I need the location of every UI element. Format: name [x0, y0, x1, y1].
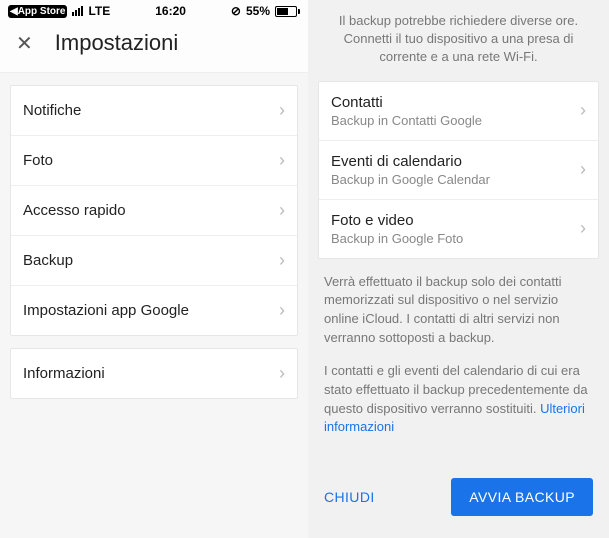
settings-screen: ◀ App Store LTE 16:20 ⊘ 55% ✕ Impostazio…: [0, 0, 308, 538]
backup-item-sub: Backup in Google Calendar: [331, 172, 490, 187]
chevron-right-icon: ›: [580, 218, 586, 239]
backup-item-calendario[interactable]: Eventi di calendario Backup in Google Ca…: [319, 141, 598, 200]
backup-dialog: Il backup potrebbe richiedere diverse or…: [308, 0, 609, 538]
status-right: ⊘ 55%: [231, 4, 300, 18]
backup-item-sub: Backup in Google Foto: [331, 231, 463, 246]
chevron-right-icon: ›: [279, 250, 285, 271]
back-app-label: App Store: [18, 6, 66, 17]
settings-list-1: Notifiche › Foto › Accesso rapido › Back…: [10, 85, 298, 336]
back-to-app[interactable]: ◀ App Store: [8, 5, 67, 18]
close-button[interactable]: CHIUDI: [324, 489, 375, 505]
signal-icon: [72, 6, 83, 16]
backup-item-title: Foto e video: [331, 212, 463, 229]
backup-item-title: Eventi di calendario: [331, 153, 490, 170]
settings-item-notifiche[interactable]: Notifiche ›: [11, 86, 297, 136]
close-icon[interactable]: ✕: [16, 31, 33, 56]
backup-item-contatti[interactable]: Contatti Backup in Contatti Google ›: [319, 82, 598, 141]
start-backup-button[interactable]: AVVIA BACKUP: [451, 478, 593, 516]
chevron-right-icon: ›: [279, 363, 285, 384]
list-item-label: Foto: [23, 152, 53, 169]
chevron-right-icon: ›: [279, 100, 285, 121]
settings-item-informazioni[interactable]: Informazioni ›: [11, 349, 297, 398]
backup-items: Contatti Backup in Contatti Google › Eve…: [318, 81, 599, 259]
settings-item-backup[interactable]: Backup ›: [11, 236, 297, 286]
backup-item-foto[interactable]: Foto e video Backup in Google Foto ›: [319, 200, 598, 258]
page-title: Impostazioni: [55, 30, 179, 56]
header: ✕ Impostazioni: [0, 20, 308, 73]
chevron-right-icon: ›: [279, 200, 285, 221]
backup-note-1: Verrà effettuato il backup solo dei cont…: [308, 259, 609, 348]
backup-item-sub: Backup in Contatti Google: [331, 113, 482, 128]
back-chevron-icon: ◀: [10, 6, 18, 17]
list-item-label: Backup: [23, 252, 73, 269]
settings-item-accesso-rapido[interactable]: Accesso rapido ›: [11, 186, 297, 236]
backup-intro: Il backup potrebbe richiedere diverse or…: [308, 0, 609, 81]
list-item-label: Notifiche: [23, 102, 81, 119]
chevron-right-icon: ›: [580, 159, 586, 180]
backup-note-2: I contatti e gli eventi del calendario d…: [308, 348, 609, 437]
rotation-lock-icon: ⊘: [231, 4, 241, 18]
status-left: ◀ App Store LTE: [8, 4, 110, 18]
list-item-label: Informazioni: [23, 365, 105, 382]
list-item-label: Accesso rapido: [23, 202, 126, 219]
chevron-right-icon: ›: [279, 150, 285, 171]
settings-item-google-apps[interactable]: Impostazioni app Google ›: [11, 286, 297, 335]
chevron-right-icon: ›: [580, 100, 586, 121]
dialog-footer: CHIUDI AVVIA BACKUP: [308, 460, 609, 538]
status-bar: ◀ App Store LTE 16:20 ⊘ 55%: [0, 0, 308, 20]
list-item-label: Impostazioni app Google: [23, 302, 189, 319]
carrier-label: LTE: [88, 4, 110, 18]
backup-item-title: Contatti: [331, 94, 482, 111]
battery-percent: 55%: [246, 4, 270, 18]
chevron-right-icon: ›: [279, 300, 285, 321]
battery-icon: [275, 6, 300, 17]
clock: 16:20: [155, 4, 186, 18]
settings-list-2: Informazioni ›: [10, 348, 298, 399]
settings-item-foto[interactable]: Foto ›: [11, 136, 297, 186]
